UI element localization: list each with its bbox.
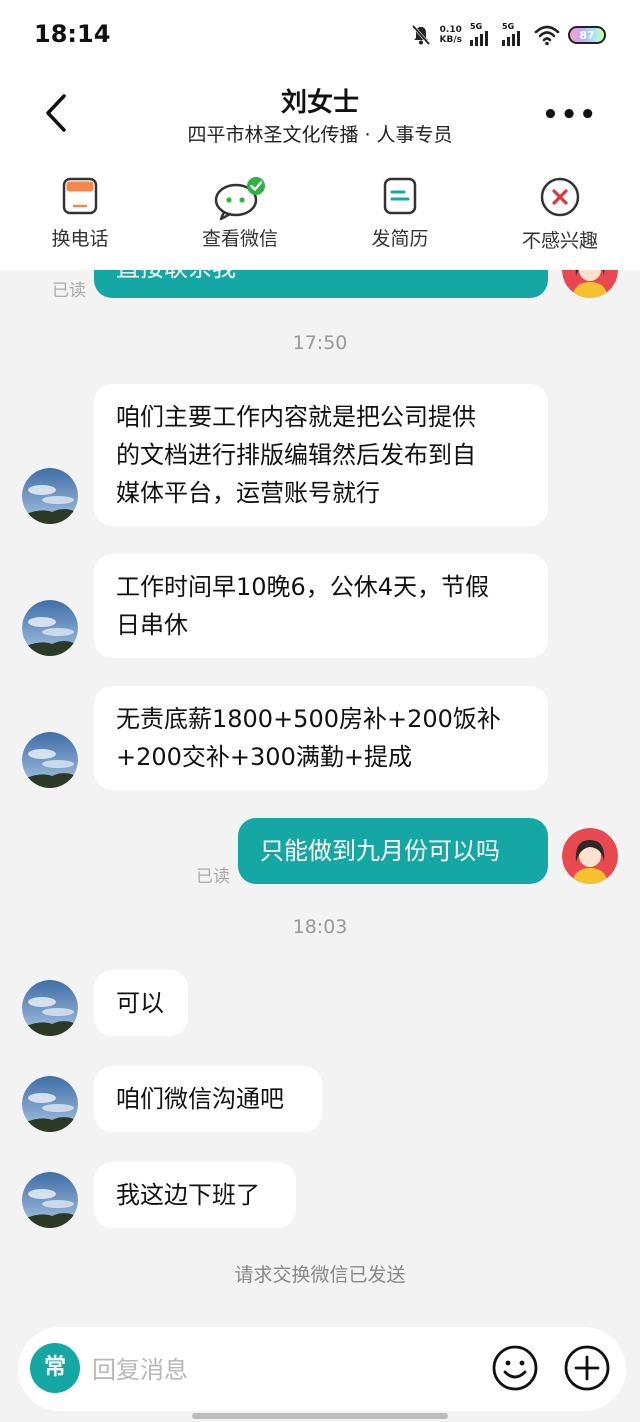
emoji-icon[interactable]	[490, 1343, 540, 1393]
my-avatar[interactable]	[562, 270, 618, 298]
not-interested-icon	[540, 177, 580, 217]
message-input-container: 常	[18, 1327, 626, 1411]
change-phone-button[interactable]: 换电话	[0, 170, 160, 260]
sky-avatar-icon	[22, 1172, 78, 1228]
signal-icon-sim2: 5G	[502, 22, 526, 46]
message-bubble-received: 我这边下班了	[94, 1162, 296, 1228]
message-bubble-received: 工作时间早10晚6，公休4天，节假 日串休	[94, 554, 548, 658]
system-notice: 请求交换微信已发送	[234, 1264, 406, 1286]
message-line: 咱们主要工作内容就是把公司提供	[116, 403, 476, 431]
message-bubble-partial: 直接联系我	[94, 270, 548, 298]
status-icons: 0.10 KB/s 5G 5G 87	[410, 20, 606, 50]
message-text: 只能做到九月份可以吗	[260, 837, 500, 865]
recruiter-avatar[interactable]	[22, 600, 78, 656]
recruiter-avatar[interactable]	[22, 980, 78, 1036]
net-speed-value: 0.10	[439, 25, 462, 35]
timestamp: 18:03	[292, 916, 348, 938]
my-avatar[interactable]	[562, 828, 618, 884]
message-line: +200交补+300满勤+提成	[116, 743, 412, 771]
phone-swap-icon	[62, 177, 98, 215]
sky-avatar-icon	[22, 732, 78, 788]
net-speed: 0.10 KB/s	[440, 25, 462, 45]
timestamp: 17:50	[292, 332, 348, 354]
battery-icon: 87	[568, 26, 606, 44]
chat-area[interactable]: 直接联系我 已读 17:50 咱们主要工作内容就是把公司提供 的文档进行排版编辑…	[0, 270, 640, 1315]
send-resume-label: 发简历	[371, 228, 429, 250]
resume-icon	[383, 177, 417, 215]
net-speed-unit: KB/s	[439, 35, 462, 45]
message-bubble-received: 咱们主要工作内容就是把公司提供 的文档进行排版编辑然后发布到自 媒体平台，运营账…	[94, 384, 548, 526]
view-wechat-button[interactable]: 查看微信	[160, 170, 320, 260]
message-input[interactable]	[90, 1347, 474, 1393]
home-indicator[interactable]	[192, 1413, 448, 1419]
read-receipt: 已读	[196, 867, 230, 887]
send-resume-button[interactable]: 发简历	[320, 170, 480, 260]
message-bubble-received: 无责底薪1800+500房补+200饭补 +200交补+300满勤+提成	[94, 686, 548, 790]
message-bubble-received: 咱们微信沟通吧	[94, 1066, 322, 1132]
wechat-icon	[214, 177, 265, 220]
input-bar: 常	[0, 1315, 640, 1422]
recruiter-avatar[interactable]	[22, 1076, 78, 1132]
message-text: 直接联系我	[116, 270, 236, 282]
recruiter-avatar[interactable]	[22, 468, 78, 524]
sim1-label: 5G	[470, 22, 483, 31]
more-options-icon[interactable]: •••	[542, 100, 598, 130]
common-phrases-button[interactable]: 常	[30, 1343, 80, 1393]
message-line: 工作时间早10晚6，公休4天，节假	[116, 573, 490, 601]
sky-avatar-icon	[22, 980, 78, 1036]
sky-avatar-icon	[22, 468, 78, 524]
battery-level: 87	[579, 28, 595, 42]
action-bar: 换电话 查看微信 发简历 不感兴趣	[0, 170, 640, 260]
read-receipt: 已读	[52, 281, 86, 301]
status-time: 18:14	[34, 20, 111, 48]
not-interested-button[interactable]: 不感兴趣	[480, 170, 640, 260]
sky-avatar-icon	[22, 600, 78, 656]
message-line: 的文档进行排版编辑然后发布到自	[116, 441, 476, 469]
message-line: 无责底薪1800+500房补+200饭补	[116, 705, 501, 733]
sky-avatar-icon	[22, 1076, 78, 1132]
message-bubble-sent: 只能做到九月份可以吗	[238, 818, 548, 884]
woman-avatar-icon	[562, 270, 618, 298]
wifi-icon	[534, 25, 560, 46]
not-interested-label: 不感兴趣	[521, 230, 598, 252]
message-text: 咱们微信沟通吧	[116, 1085, 284, 1113]
message-text: 可以	[116, 989, 164, 1017]
recruiter-avatar[interactable]	[22, 732, 78, 788]
message-line: 媒体平台，运营账号就行	[116, 479, 380, 507]
chat-header: 刘女士 四平市林圣文化传播 · 人事专员 •••	[0, 70, 640, 165]
message-line: 日串休	[116, 611, 188, 639]
message-bubble-received: 可以	[94, 970, 188, 1036]
add-attachment-icon[interactable]	[562, 1343, 612, 1393]
woman-avatar-icon	[562, 828, 618, 884]
sim2-label: 5G	[502, 22, 515, 31]
view-wechat-label: 查看微信	[201, 228, 278, 250]
signal-icon-sim1: 5G	[470, 22, 494, 46]
change-phone-label: 换电话	[51, 228, 109, 250]
recruiter-avatar[interactable]	[22, 1172, 78, 1228]
status-bar: 18:14 0.10 KB/s 5G 5G 87	[0, 0, 640, 70]
mute-bell-icon	[411, 25, 430, 45]
message-text: 我这边下班了	[116, 1181, 260, 1209]
